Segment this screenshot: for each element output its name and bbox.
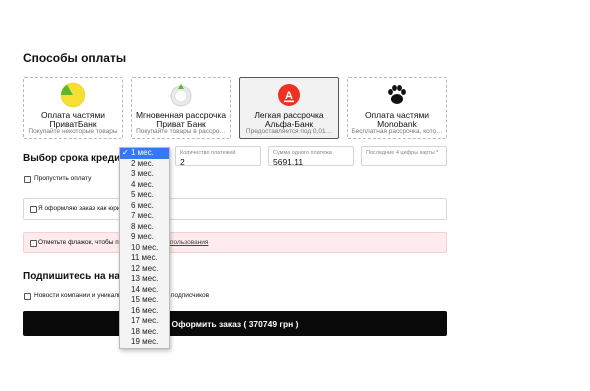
payment-card-alfa[interactable]: А Легкая рассрочка Альфа-Банк Предоставл…: [239, 77, 339, 139]
terms-link[interactable]: пользования: [170, 239, 208, 246]
payments-count-field: Количество платежей 2: [175, 146, 261, 167]
dropdown-option-label: 13 мес.: [131, 274, 159, 283]
subscribe-title: Подпишитесь на нашу: [23, 271, 134, 282]
terms-label: Отметьте флажок, чтобы при: [38, 239, 126, 246]
payment-amount-value: 5691.11: [273, 157, 304, 167]
dropdown-option[interactable]: 13 мес.: [120, 274, 169, 285]
privatbank-instant-icon: [170, 84, 192, 107]
card-desc: Покупайте товары в рассро…: [136, 128, 226, 135]
dropdown-option-label: 3 мес.: [131, 169, 154, 178]
monobank-paw-icon: [388, 85, 406, 104]
dropdown-option-label: 15 мес.: [131, 295, 159, 304]
terms-checkbox[interactable]: [30, 240, 37, 247]
dropdown-option[interactable]: 15 мес.: [120, 295, 169, 306]
dropdown-option[interactable]: 5 мес.: [120, 190, 169, 201]
credit-term-dropdown[interactable]: ✓ 1 мес. 2 мес. 3 мес. 4 мес. 5 мес. 6 мес. 7 м…: [119, 147, 170, 349]
dropdown-option[interactable]: 6 мес.: [120, 201, 169, 212]
alfabank-icon: А: [278, 84, 300, 106]
dropdown-option[interactable]: 9 мес.: [120, 232, 169, 243]
legal-entity-label: Я оформляю заказ как юрид: [38, 205, 125, 212]
payment-card-privat-parts[interactable]: Оплата частями ПриватБанк Покупайте неко…: [23, 77, 123, 139]
dropdown-option-label: 12 мес.: [131, 263, 159, 273]
dropdown-option-label: 16 мес.: [131, 305, 159, 315]
card-desc: Покупайте некоторые товары: [28, 128, 118, 135]
dropdown-option-label: 2 мес.: [131, 158, 154, 168]
dropdown-option[interactable]: 14 мес.: [120, 285, 169, 296]
card-desc: Бесплатная рассрочка, кото…: [351, 128, 443, 135]
dropdown-option[interactable]: 19 мес.: [120, 337, 169, 348]
skip-payment-label: Пропустить оплату: [34, 175, 92, 182]
payment-amount-label: Сумма одного платежа: [273, 150, 332, 156]
dropdown-option[interactable]: ✓ 1 мес.: [120, 148, 169, 159]
dropdown-option[interactable]: 16 мес.: [120, 306, 169, 317]
subscribe-checkbox[interactable]: [24, 293, 31, 300]
payment-card-monobank[interactable]: Оплата частями Monobank Бесплатная расср…: [347, 77, 447, 139]
dropdown-option[interactable]: 10 мес.: [120, 243, 169, 254]
dropdown-option[interactable]: 17 мес.: [120, 316, 169, 327]
svg-text:А: А: [285, 90, 293, 102]
dropdown-option-label: 5 мес.: [131, 190, 154, 199]
dropdown-option-label: 1 мес.: [131, 148, 154, 157]
card-digits-field[interactable]: Последние 4 цифры карты *: [361, 146, 447, 166]
privatbank-pie-icon: [60, 82, 86, 108]
dropdown-option-label: 14 мес.: [131, 284, 159, 294]
dropdown-option[interactable]: 7 мес.: [120, 211, 169, 222]
dropdown-option[interactable]: 12 мес.: [120, 264, 169, 275]
submit-order-button[interactable]: Оформить заказ ( 370749 грн ): [23, 311, 447, 336]
dropdown-option-label: 9 мес.: [131, 232, 154, 241]
dropdown-option[interactable]: 2 мес.: [120, 159, 169, 170]
dropdown-option-label: 4 мес.: [131, 179, 154, 189]
dropdown-option[interactable]: 8 мес.: [120, 222, 169, 233]
dropdown-option[interactable]: 3 мес.: [120, 169, 169, 180]
dropdown-option-label: 19 мес.: [131, 337, 159, 346]
payment-methods: Оплата частями ПриватБанк Покупайте неко…: [23, 77, 447, 139]
dropdown-option-label: 17 мес.: [131, 316, 159, 325]
check-icon: ✓: [122, 148, 129, 157]
legal-entity-box: Я оформляю заказ как юрид: [23, 198, 447, 220]
payment-card-privat-instant[interactable]: Мгновенная рассрочка Приват Банк Покупай…: [131, 77, 231, 139]
dropdown-option-label: 7 мес.: [131, 211, 154, 220]
dropdown-option[interactable]: 4 мес.: [120, 180, 169, 191]
payments-count-label: Количество платежей: [180, 150, 236, 156]
payment-methods-title: Способы оплаты: [23, 51, 127, 65]
dropdown-option[interactable]: 18 мес.: [120, 327, 169, 338]
credit-term-title: Выбор срока кредита: [23, 153, 131, 164]
dropdown-option-label: 11 мес.: [131, 253, 158, 262]
dropdown-option-label: 18 мес.: [131, 326, 159, 336]
dropdown-option-label: 10 мес.: [131, 242, 159, 252]
skip-payment-checkbox[interactable]: [24, 176, 31, 183]
subscribe-label: Новости компании и уникаль: [34, 292, 122, 299]
dropdown-option-label: 8 мес.: [131, 221, 154, 231]
terms-box: Отметьте флажок, чтобы при пользования: [23, 232, 447, 253]
card-desc: Предоставляется под 0,01…: [245, 128, 333, 135]
payment-amount-field: Сумма одного платежа 5691.11: [268, 146, 354, 167]
dropdown-option-label: 6 мес.: [131, 200, 154, 210]
card-digits-label: Последние 4 цифры карты *: [366, 150, 439, 156]
legal-entity-checkbox[interactable]: [30, 206, 37, 213]
subscribe-suffix: подписчиков: [171, 292, 210, 299]
dropdown-option[interactable]: 11 мес.: [120, 253, 169, 264]
payments-count-value: 2: [180, 157, 185, 167]
